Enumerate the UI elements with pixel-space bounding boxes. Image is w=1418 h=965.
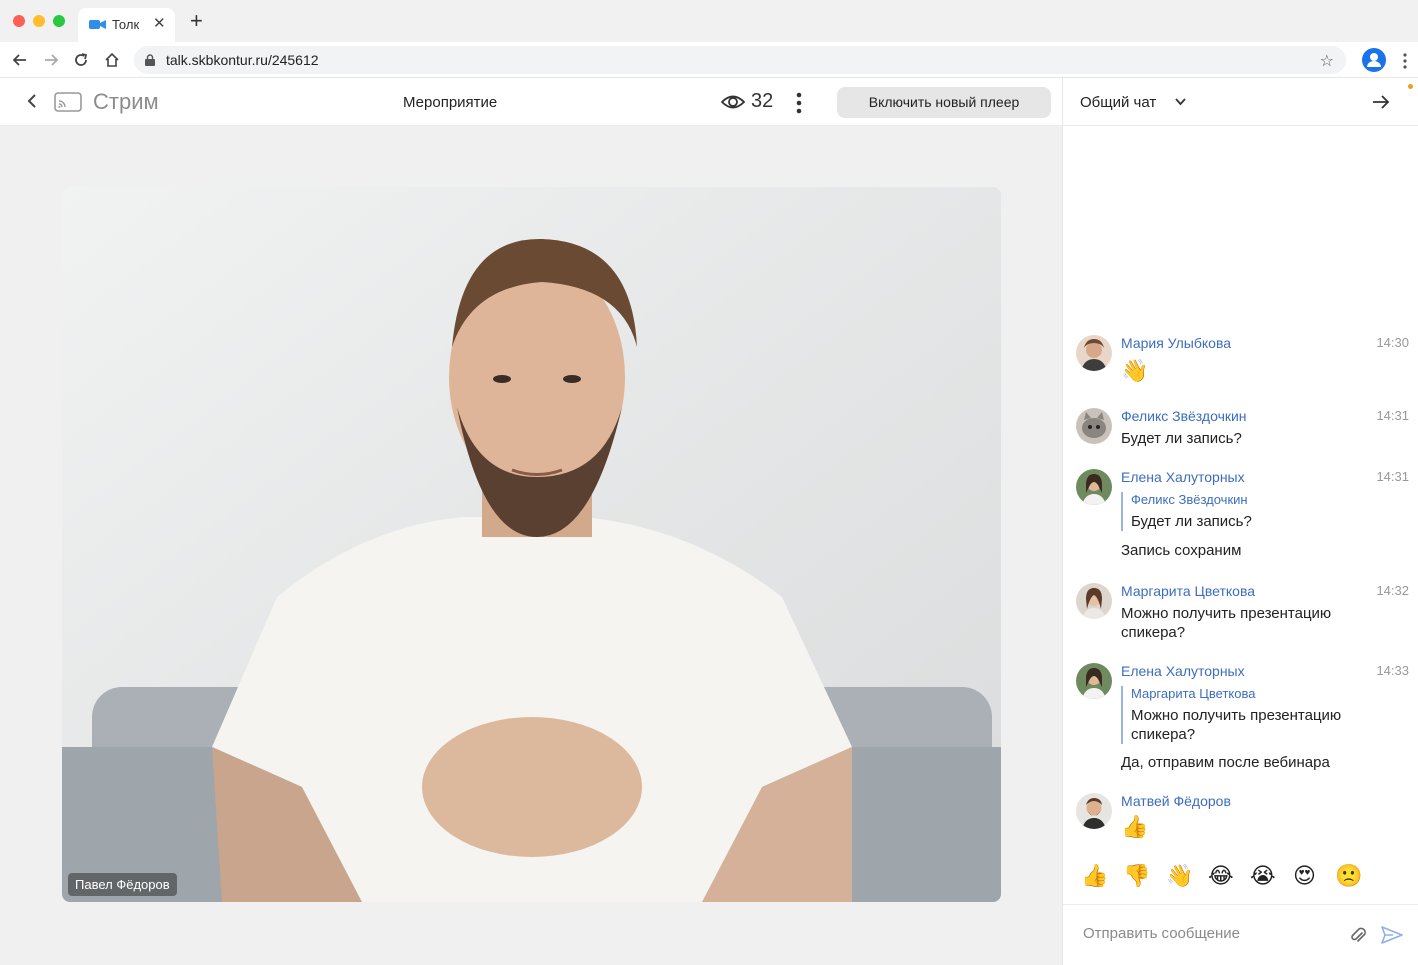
message-time: 14:32 [1376, 583, 1409, 598]
camera-icon [89, 20, 106, 29]
url-text: talk.skbkontur.ru/245612 [166, 52, 319, 68]
video-player[interactable]: Павел Фёдоров [62, 187, 1001, 902]
quote-text: Можно получить презентацию спикера? [1131, 707, 1342, 743]
bookmark-star-icon[interactable]: ☆ [1320, 51, 1334, 71]
message-author[interactable]: Матвей Фёдоров [1121, 793, 1231, 809]
reaction-thumbs-up[interactable]: 👍 [1081, 863, 1108, 889]
chevron-down-icon[interactable] [1175, 98, 1186, 106]
send-icon[interactable] [1381, 925, 1403, 945]
message-time: 14:31 [1376, 408, 1409, 423]
avatar [1076, 408, 1112, 444]
new-tab-button[interactable]: + [190, 10, 203, 32]
home-icon[interactable] [103, 51, 121, 69]
back-chevron-icon[interactable] [24, 92, 40, 110]
minimize-window-button[interactable] [33, 15, 45, 27]
cast-icon [54, 92, 82, 112]
message-time: 14:31 [1376, 469, 1409, 484]
message-composer [1063, 904, 1418, 965]
avatar [1076, 663, 1112, 699]
reaction-cry[interactable]: 😭 [1250, 863, 1276, 889]
message-text: Запись сохраним [1121, 542, 1242, 559]
reaction-laugh[interactable]: 😂 [1208, 863, 1234, 889]
message-time: 14:33 [1376, 663, 1409, 678]
quote-text: Будет ли запись? [1131, 513, 1252, 530]
chat-panel: Общий чат Мария Улыбкова 14:30 👋 Феликс … [1062, 78, 1418, 965]
chat-title[interactable]: Общий чат [1080, 94, 1156, 111]
app-header: Стрим Мероприятие 32 Включить новый плее… [0, 78, 1062, 126]
eye-icon [721, 95, 745, 109]
chat-header: Общий чат [1063, 78, 1418, 126]
avatar [1076, 469, 1112, 505]
back-arrow-icon[interactable] [11, 51, 29, 69]
address-bar[interactable]: talk.skbkontur.ru/245612 ☆ [134, 46, 1346, 74]
reaction-thumbs-down[interactable]: 👎 [1123, 863, 1150, 889]
notification-dot [1408, 84, 1413, 89]
quoted-message[interactable]: Феликс Звёздочкин Будет ли запись? [1121, 492, 1361, 531]
quick-reactions: 👍 👎 👋 😂 😭 😍 🙁 [1063, 863, 1418, 893]
lock-icon [145, 54, 155, 66]
speaker-name-tag: Павел Фёдоров [68, 873, 177, 896]
stream-title: Стрим [93, 89, 159, 114]
message-author[interactable]: Маргарита Цветкова [1121, 583, 1255, 599]
profile-avatar[interactable] [1362, 48, 1386, 72]
reaction-heart-eyes[interactable]: 😍 [1293, 863, 1316, 889]
message-emoji: 👍 [1121, 814, 1149, 839]
quote-author: Феликс Звёздочкин [1131, 492, 1248, 507]
browser-toolbar: talk.skbkontur.ru/245612 ☆ [0, 42, 1418, 78]
maximize-window-button[interactable] [53, 15, 65, 27]
viewer-count: 32 [751, 90, 774, 112]
message-author[interactable]: Феликс Звёздочкин [1121, 408, 1247, 424]
message-author[interactable]: Мария Улыбкова [1121, 335, 1231, 351]
attach-paperclip-icon[interactable] [1349, 925, 1367, 945]
reload-icon[interactable] [72, 51, 90, 69]
quote-author: Маргарита Цветкова [1131, 686, 1256, 701]
message-text: Будет ли запись? [1121, 430, 1242, 447]
message-input[interactable] [1083, 925, 1343, 942]
reaction-sad[interactable]: 🙁 [1335, 863, 1362, 889]
user-icon [1367, 53, 1381, 67]
message-author[interactable]: Елена Халуторных [1121, 469, 1245, 485]
quoted-message[interactable]: Маргарита Цветкова Можно получить презен… [1121, 686, 1361, 744]
message-emoji: 👋 [1121, 358, 1149, 383]
message-text: Да, отправим после вебинара [1121, 754, 1330, 771]
message-author[interactable]: Елена Халуторных [1121, 663, 1245, 679]
forward-arrow-icon[interactable] [42, 51, 60, 69]
collapse-chat-arrow-icon[interactable] [1371, 94, 1391, 110]
more-options-icon[interactable] [793, 90, 805, 116]
browser-tab[interactable]: Толк ✕ [78, 8, 175, 42]
speaker-video-frame [62, 187, 1001, 902]
close-tab-icon[interactable]: ✕ [153, 14, 166, 32]
event-title: Мероприятие [403, 94, 498, 111]
browser-tabbar: Толк ✕ + [0, 0, 1418, 42]
close-window-button[interactable] [13, 15, 25, 27]
message-time: 14:30 [1376, 335, 1409, 350]
browser-menu-icon[interactable] [1400, 51, 1410, 71]
message-text: Можно получить презентацию спикера? [1121, 605, 1332, 641]
avatar [1076, 793, 1112, 829]
enable-new-player-button[interactable]: Включить новый плеер [837, 87, 1051, 118]
avatar [1076, 335, 1112, 371]
reaction-wave[interactable]: 👋 [1166, 863, 1193, 889]
tab-title: Толк [112, 17, 140, 32]
avatar [1076, 583, 1112, 619]
